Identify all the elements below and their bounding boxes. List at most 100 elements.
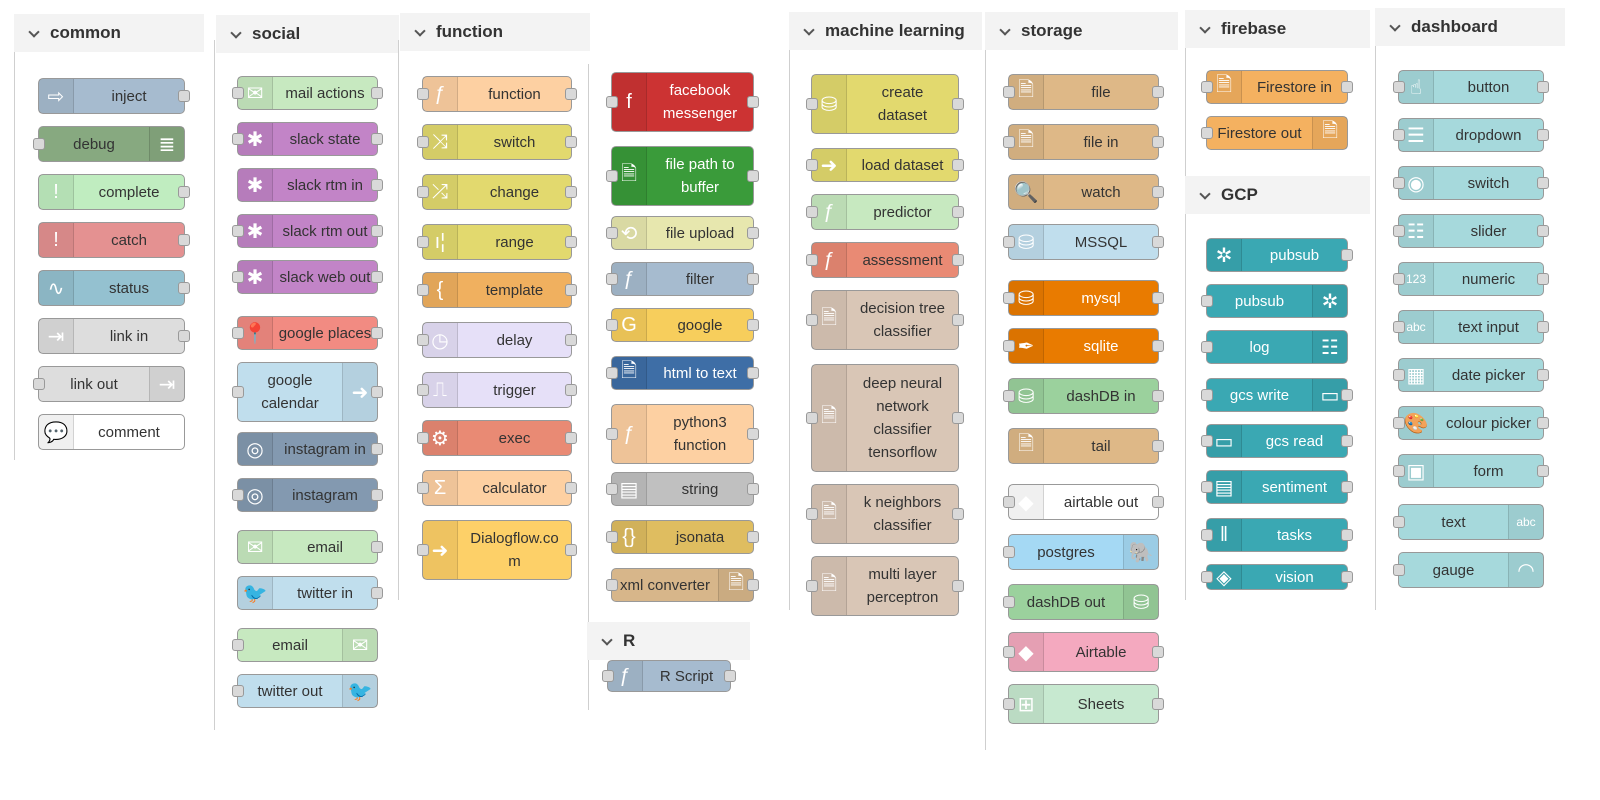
input-port[interactable]	[606, 170, 618, 182]
palette-node-assessment[interactable]: ƒ assessment	[806, 242, 964, 278]
palette-node-gauge[interactable]: ◠ gauge	[1393, 552, 1544, 588]
palette-node-filter[interactable]: ƒ filter	[606, 262, 759, 296]
palette-node-colour-picker[interactable]: 🎨 colour picker	[1393, 406, 1549, 440]
output-port[interactable]	[1152, 496, 1164, 508]
input-port[interactable]	[417, 334, 429, 346]
output-port[interactable]	[747, 367, 759, 379]
output-port[interactable]	[565, 384, 577, 396]
output-port[interactable]	[1152, 186, 1164, 198]
input-port[interactable]	[232, 225, 244, 237]
palette-node-gcs-write[interactable]: ▭ gcs write	[1201, 378, 1353, 412]
palette-node-file-upload[interactable]: ⟲ file upload	[606, 216, 759, 250]
input-port[interactable]	[806, 159, 818, 171]
palette-node-jsonata[interactable]: {} jsonata	[606, 520, 759, 554]
input-port[interactable]	[417, 384, 429, 396]
input-port[interactable]	[806, 508, 818, 520]
palette-node-status[interactable]: ∿ status	[38, 270, 190, 306]
palette-node-twitter-in[interactable]: 🐦 twitter in	[237, 576, 383, 610]
palette-node-predictor[interactable]: ƒ predictor	[806, 194, 964, 230]
output-port[interactable]	[371, 489, 383, 501]
palette-node-calculator[interactable]: Σcalculator	[417, 470, 577, 506]
input-port[interactable]	[232, 327, 244, 339]
output-port[interactable]	[371, 541, 383, 553]
palette-node-firestore-out[interactable]: 🗎 Firestore out	[1201, 116, 1348, 150]
input-port[interactable]	[806, 98, 818, 110]
output-port[interactable]	[565, 334, 577, 346]
input-port[interactable]	[606, 227, 618, 239]
palette-node-tail[interactable]: 🗎 tail	[1008, 428, 1164, 464]
input-port[interactable]	[1003, 646, 1015, 658]
output-port[interactable]	[952, 412, 964, 424]
palette-node-load-dataset[interactable]: ➜ load dataset	[806, 148, 964, 182]
input-port[interactable]	[806, 254, 818, 266]
input-port[interactable]	[606, 483, 618, 495]
input-port[interactable]	[232, 386, 244, 398]
output-port[interactable]	[1341, 81, 1353, 93]
output-port[interactable]	[178, 90, 190, 102]
input-port[interactable]	[1393, 564, 1405, 576]
palette-node-instagram[interactable]: ◎ instagram	[232, 478, 383, 512]
output-port[interactable]	[952, 508, 964, 520]
palette-node-mail-actions[interactable]: ✉ mail actions	[232, 76, 383, 110]
palette-node-catch[interactable]: ! catch	[38, 222, 190, 258]
input-port[interactable]	[606, 428, 618, 440]
category-header-gcp[interactable]: GCP	[1185, 176, 1370, 214]
palette-node-airtable[interactable]: ◆ Airtable	[1003, 632, 1164, 672]
output-port[interactable]	[1341, 389, 1353, 401]
palette-node-slack-rtm-in[interactable]: ✱ slack rtm in	[237, 168, 383, 202]
category-header-function[interactable]: function	[400, 13, 590, 51]
output-port[interactable]	[952, 159, 964, 171]
input-port[interactable]	[606, 367, 618, 379]
output-port[interactable]	[1152, 136, 1164, 148]
output-port[interactable]	[1152, 86, 1164, 98]
input-port[interactable]	[1393, 417, 1405, 429]
output-port[interactable]	[565, 236, 577, 248]
palette-node-trigger[interactable]: ⎍ trigger	[417, 372, 577, 408]
palette-node-switch[interactable]: ◉ switch	[1393, 166, 1549, 200]
palette-node-delay[interactable]: ◷ delay	[417, 322, 577, 358]
palette-node-dashdb-in[interactable]: ⛁ dashDB in	[1003, 378, 1164, 414]
output-port[interactable]	[371, 587, 383, 599]
input-port[interactable]	[1393, 273, 1405, 285]
input-port[interactable]	[232, 133, 244, 145]
input-port[interactable]	[606, 531, 618, 543]
input-port[interactable]	[1003, 698, 1015, 710]
input-port[interactable]	[417, 432, 429, 444]
output-port[interactable]	[747, 428, 759, 440]
output-port[interactable]	[565, 186, 577, 198]
input-port[interactable]	[232, 271, 244, 283]
output-port[interactable]	[747, 579, 759, 591]
palette-node-sqlite[interactable]: ✒ sqlite	[1003, 328, 1164, 364]
input-port[interactable]	[1201, 571, 1213, 583]
output-port[interactable]	[371, 133, 383, 145]
palette-node-twitter-out[interactable]: 🐦 twitter out	[232, 674, 378, 708]
input-port[interactable]	[232, 639, 244, 651]
palette-node-function[interactable]: ƒ function	[417, 76, 577, 112]
output-port[interactable]	[371, 271, 383, 283]
input-port[interactable]	[1201, 435, 1213, 447]
output-port[interactable]	[1341, 529, 1353, 541]
palette-node-watch[interactable]: 🔍 watch	[1008, 174, 1164, 210]
output-port[interactable]	[747, 531, 759, 543]
palette-node-email[interactable]: ✉ email	[232, 628, 378, 662]
palette-node-mssql[interactable]: ⛁ MSSQL	[1003, 224, 1164, 260]
input-port[interactable]	[1201, 341, 1213, 353]
input-port[interactable]	[1393, 516, 1405, 528]
input-port[interactable]	[606, 579, 618, 591]
input-port[interactable]	[1201, 389, 1213, 401]
palette-node-create-dataset[interactable]: ⛁ create dataset	[806, 74, 964, 134]
input-port[interactable]	[1201, 295, 1213, 307]
palette-node-complete[interactable]: ! complete	[38, 174, 190, 210]
output-port[interactable]	[1341, 435, 1353, 447]
input-port[interactable]	[417, 136, 429, 148]
palette-node-slack-rtm-out[interactable]: ✱ slack rtm out	[232, 214, 383, 248]
output-port[interactable]	[178, 234, 190, 246]
output-port[interactable]	[952, 580, 964, 592]
palette-node-python3-function[interactable]: ƒ python3 function	[606, 404, 759, 464]
output-port[interactable]	[1152, 698, 1164, 710]
output-port[interactable]	[952, 98, 964, 110]
output-port[interactable]	[1341, 249, 1353, 261]
input-port[interactable]	[1393, 81, 1405, 93]
palette-node-postgres[interactable]: 🐘 postgres	[1003, 534, 1159, 570]
palette-node-text[interactable]: abc text	[1393, 504, 1544, 540]
